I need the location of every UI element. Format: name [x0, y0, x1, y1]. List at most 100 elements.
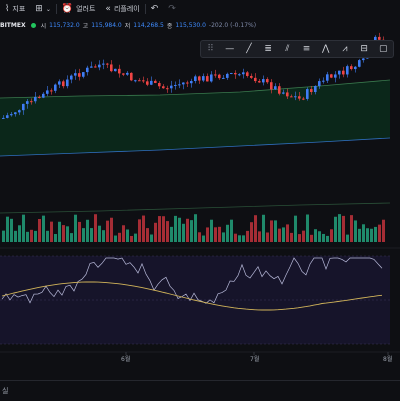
candle-body — [290, 96, 293, 98]
low-value: 114,268.5 — [133, 21, 164, 29]
candle-body — [186, 82, 189, 84]
volume-bar — [74, 214, 77, 242]
volume-bar — [146, 228, 149, 242]
volume-bar — [346, 234, 349, 242]
volume-bar — [38, 218, 41, 242]
symbol-label[interactable]: BITMEX — [0, 22, 26, 29]
candle-body — [354, 66, 357, 70]
horizontal-line-icon[interactable]: — — [224, 44, 236, 54]
volume-bar — [22, 214, 25, 242]
volume-bar — [238, 235, 241, 242]
candle-body — [334, 74, 337, 78]
candle-body — [298, 96, 301, 99]
candle-body — [218, 74, 221, 79]
layout-icon: ⊞ — [35, 3, 43, 14]
close-value: 115,530.0 — [175, 21, 206, 29]
volume-bar — [270, 220, 273, 242]
volume-bar — [342, 215, 345, 242]
candle-body — [254, 77, 257, 82]
volume-bar — [6, 216, 9, 242]
layout-button[interactable]: ⊞ ⌄ — [30, 0, 56, 18]
volume-bar — [90, 228, 93, 242]
bottom-bar-text[interactable]: 실 — [2, 386, 8, 396]
candle-body — [322, 80, 325, 82]
candle-body — [154, 80, 157, 83]
volume-bar — [142, 215, 145, 242]
volume-bar — [46, 230, 49, 242]
volume-bar — [266, 232, 269, 242]
candle-body — [278, 86, 281, 94]
replay-button[interactable]: « 리플레이 — [100, 0, 144, 18]
volume-bar — [286, 224, 289, 242]
high-value: 115,984.0 — [91, 21, 122, 29]
trend-line-icon[interactable]: ╱ — [243, 44, 255, 54]
candle-body — [338, 70, 341, 75]
candle-body — [266, 79, 269, 83]
candle-body — [50, 90, 53, 92]
drag-handle-icon[interactable]: ⠿ — [205, 44, 217, 54]
fib-retracement-icon[interactable]: ≣ — [262, 44, 274, 54]
candle-body — [150, 80, 153, 85]
candle-body — [14, 112, 17, 115]
ohlc-legend: BITMEX 시 115,732.0 고 115,984.0 저 114,268… — [0, 19, 256, 31]
candle-body — [210, 74, 213, 82]
candle-body — [54, 84, 57, 91]
redo-button[interactable]: ↷ — [163, 0, 181, 18]
candle-body — [18, 110, 21, 113]
volume-bar — [62, 225, 65, 242]
candle-body — [274, 86, 277, 90]
candle-body — [82, 72, 85, 77]
rectangle-icon[interactable]: ▢ — [377, 44, 389, 54]
parallel-channel-icon[interactable]: ⫽ — [281, 44, 293, 54]
volume-bar — [350, 215, 353, 242]
candle-body — [202, 76, 205, 81]
candle-body — [194, 76, 197, 82]
price-chart[interactable] — [0, 18, 400, 380]
volume-bar — [314, 229, 317, 242]
volume-bar — [174, 215, 177, 242]
volume-bar — [94, 214, 97, 242]
volume-bar — [378, 224, 381, 242]
candle-body — [174, 84, 177, 86]
candle-body — [138, 80, 141, 82]
alerts-button[interactable]: ⏰ 얼러트 — [57, 0, 101, 18]
pitchfork-icon[interactable]: ≡ — [301, 44, 313, 54]
volume-bar — [294, 215, 297, 242]
candle-body — [74, 73, 77, 76]
volume-bar — [86, 219, 89, 242]
volume-bar — [226, 224, 229, 242]
volume-bar — [338, 214, 341, 242]
candle-body — [130, 72, 133, 81]
volume-bar — [78, 221, 81, 242]
volume-bar — [2, 230, 5, 242]
low-label: 저 — [124, 22, 131, 30]
indicators-icon: ⌇ — [5, 3, 10, 14]
candle-body — [206, 76, 209, 82]
indicators-button[interactable]: ⌇ 지표 — [0, 0, 30, 18]
pattern-icon[interactable]: ⋀ — [320, 44, 332, 54]
candle-body — [358, 60, 361, 67]
volume-bar — [166, 221, 169, 242]
volume-bar — [318, 231, 321, 242]
candle-body — [178, 84, 181, 86]
volume-bar — [382, 219, 385, 242]
candle-body — [10, 114, 13, 116]
candle-body — [162, 86, 165, 89]
volume-bar — [358, 228, 361, 242]
candle-body — [302, 98, 305, 100]
candle-body — [198, 76, 201, 81]
candle-body — [350, 66, 353, 70]
volume-bar — [130, 235, 133, 242]
volume-bar — [222, 232, 225, 242]
elliott-wave-icon[interactable]: ⩘ — [339, 44, 351, 54]
candle-body — [106, 63, 109, 65]
candle-body — [262, 79, 265, 83]
volume-bar — [206, 227, 209, 242]
candle-body — [282, 92, 285, 94]
volume-bar — [374, 226, 377, 242]
volume-bar — [214, 227, 217, 242]
candle-body — [62, 81, 65, 87]
candle-body — [118, 68, 121, 74]
undo-button[interactable]: ↶ — [146, 0, 164, 18]
measure-icon[interactable]: ⊟ — [358, 44, 370, 54]
